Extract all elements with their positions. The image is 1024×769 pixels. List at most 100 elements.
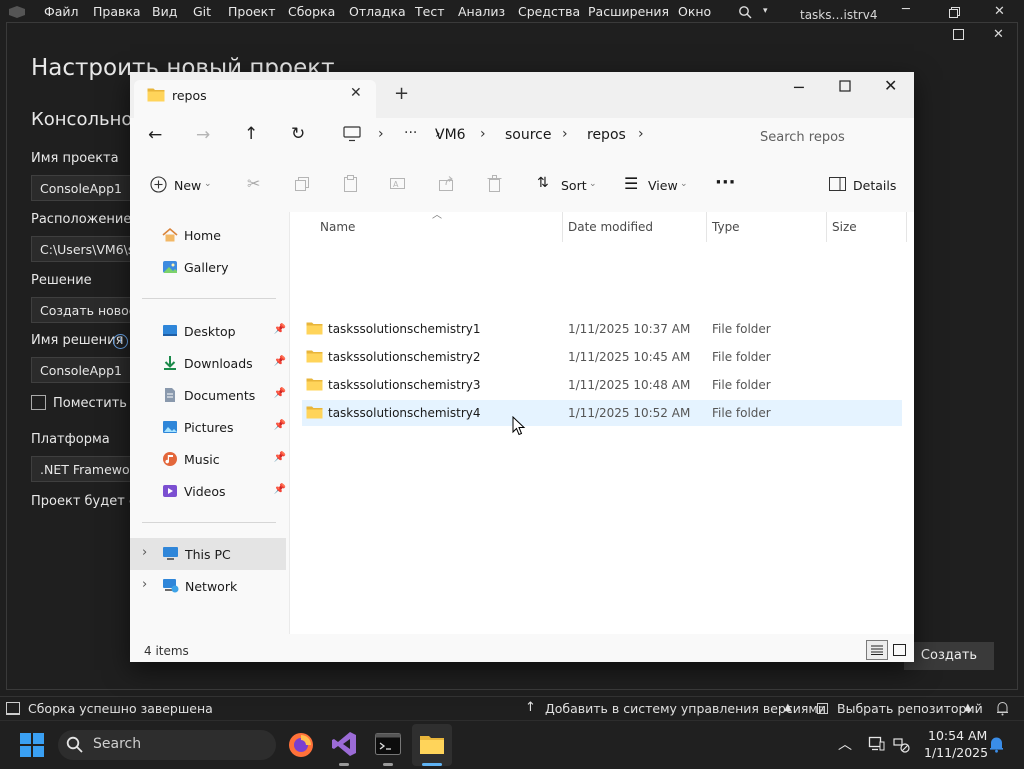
column-header-name[interactable]: Name [320, 220, 355, 234]
project-name-input[interactable]: ConsoleApp1 [31, 175, 141, 201]
sort-icon[interactable]: ⇅ [537, 175, 549, 191]
menu-view[interactable]: Вид [152, 4, 177, 19]
search-dropdown-icon[interactable]: ▾ [763, 6, 768, 16]
menu-extensions[interactable]: Расширения [588, 4, 669, 19]
breadcrumb-vm6[interactable]: VM6 [435, 127, 466, 143]
breadcrumb-repos[interactable]: repos [587, 127, 626, 143]
tray-chevron-up-icon[interactable]: ︿ [838, 734, 852, 754]
pin-icon[interactable]: 📌 [274, 484, 286, 495]
close-window-icon[interactable]: ✕ [884, 76, 897, 95]
nav-gallery[interactable]: Gallery [140, 252, 286, 282]
create-button[interactable]: Создать [904, 642, 994, 670]
nav-documents[interactable]: Documents 📌 [140, 380, 286, 410]
menu-analyze[interactable]: Анализ [458, 4, 505, 19]
platform-select[interactable]: .NET Framework 4 [31, 456, 141, 482]
vcs-caret-up-icon[interactable]: ▲ [784, 702, 792, 713]
menu-file[interactable]: Файл [44, 4, 79, 19]
new-tab-plus-icon[interactable]: + [394, 83, 409, 104]
menu-debug[interactable]: Отладка [349, 4, 406, 19]
column-header-date[interactable]: Date modified [568, 220, 653, 234]
expand-chevron-icon[interactable]: › [142, 545, 147, 560]
column-separator[interactable] [906, 212, 907, 242]
this-pc-monitor-icon[interactable] [343, 126, 361, 142]
nav-pictures[interactable]: Pictures 📌 [140, 412, 286, 442]
solution-name-input[interactable]: ConsoleApp1 [31, 357, 141, 383]
select-repo-button[interactable]: Выбрать репозиторий [837, 701, 983, 716]
info-icon[interactable]: i [113, 334, 128, 349]
breadcrumb-chevron-icon[interactable]: › [562, 126, 568, 142]
nav-downloads[interactable]: Downloads 📌 [140, 348, 286, 378]
view-button[interactable]: View [648, 178, 678, 193]
view-dropdown-icon[interactable]: ⌄ [680, 179, 688, 189]
vs-minimize-icon[interactable]: ─ [902, 2, 910, 17]
new-button[interactable]: New [174, 178, 201, 193]
clock-time[interactable]: 10:54 AM [928, 728, 987, 743]
sort-button[interactable]: Sort [561, 178, 587, 193]
pin-icon[interactable]: 📌 [274, 420, 286, 431]
column-separator[interactable] [826, 212, 827, 242]
repo-caret-up-icon[interactable]: ▲ [964, 702, 972, 713]
visual-studio-icon[interactable] [331, 731, 357, 757]
menu-build[interactable]: Сборка [288, 4, 335, 19]
nav-videos[interactable]: Videos 📌 [140, 476, 286, 506]
firefox-icon[interactable] [288, 732, 314, 758]
more-options-icon[interactable]: ··· [715, 172, 736, 193]
tray-device-icon[interactable] [867, 735, 885, 753]
column-header-size[interactable]: Size [832, 220, 857, 234]
clock-date[interactable]: 1/11/2025 [924, 745, 988, 760]
terminal-icon[interactable] [375, 733, 401, 755]
menu-git[interactable]: Git [193, 4, 211, 19]
table-row-hovered[interactable]: taskssolutionschemistry4 1/11/2025 10:52… [302, 400, 902, 426]
breadcrumb-chevron-icon[interactable]: › [378, 126, 384, 142]
dialog-close-icon[interactable]: ✕ [993, 27, 1004, 42]
table-row[interactable]: taskssolutionschemistry2 1/11/2025 10:45… [302, 344, 902, 370]
details-view-toggle[interactable] [866, 640, 888, 660]
nav-this-pc[interactable]: › This PC [130, 538, 286, 570]
breadcrumb-source[interactable]: source [505, 127, 552, 143]
tab-close-icon[interactable]: ✕ [350, 85, 362, 101]
column-header-type[interactable]: Type [712, 220, 740, 234]
notifications-bell-icon[interactable] [989, 736, 1004, 753]
new-dropdown-icon[interactable]: ⌄ [204, 179, 212, 189]
pin-icon[interactable]: 📌 [274, 452, 286, 463]
dialog-maximize-icon[interactable] [953, 29, 964, 40]
sort-dropdown-icon[interactable]: ⌄ [589, 179, 597, 189]
up-arrow-icon[interactable]: ↑ [244, 124, 258, 144]
pin-icon[interactable]: 📌 [274, 324, 286, 335]
expand-chevron-icon[interactable]: › [142, 577, 147, 592]
solution-select[interactable]: Создать новое ре [31, 297, 141, 323]
taskbar-search-box[interactable] [58, 730, 276, 760]
location-input[interactable]: C:\Users\VM6\so [31, 236, 141, 262]
menu-test[interactable]: Тест [415, 4, 444, 19]
search-box[interactable]: Search repos [746, 122, 914, 154]
view-lines-icon[interactable]: ☰ [624, 174, 638, 193]
menu-edit[interactable]: Правка [93, 4, 141, 19]
maximize-icon[interactable] [839, 80, 851, 92]
tray-network-icon[interactable] [893, 736, 911, 754]
vs-restore-icon[interactable] [949, 7, 960, 18]
menu-tools[interactable]: Средства [518, 4, 580, 19]
notification-bell-icon[interactable] [996, 701, 1009, 716]
output-icon[interactable] [6, 702, 20, 715]
windows-start-icon[interactable] [20, 733, 44, 757]
details-button[interactable]: Details [853, 178, 896, 193]
nav-music[interactable]: Music 📌 [140, 444, 286, 474]
column-separator[interactable] [562, 212, 563, 242]
nav-network[interactable]: › Network [130, 570, 286, 602]
details-pane-icon[interactable] [829, 177, 846, 191]
nav-home[interactable]: Home [140, 220, 286, 250]
column-separator[interactable] [706, 212, 707, 242]
table-row[interactable]: taskssolutionschemistry1 1/11/2025 10:37… [302, 316, 902, 342]
new-plus-circle-icon[interactable] [150, 176, 167, 193]
menu-project[interactable]: Проект [228, 4, 276, 19]
back-arrow-icon[interactable]: ← [148, 125, 162, 145]
pin-icon[interactable]: 📌 [274, 356, 286, 367]
minimize-icon[interactable]: ─ [794, 78, 804, 97]
table-row[interactable]: taskssolutionschemistry3 1/11/2025 10:48… [302, 372, 902, 398]
breadcrumb-chevron-icon[interactable]: › [638, 126, 644, 142]
place-in-same-dir-checkbox[interactable] [31, 395, 46, 410]
vs-close-icon[interactable]: ✕ [994, 4, 1005, 19]
breadcrumb-chevron-icon[interactable]: › [480, 126, 486, 142]
pin-icon[interactable]: 📌 [274, 388, 286, 399]
tab-repos[interactable]: repos ✕ [134, 80, 376, 118]
